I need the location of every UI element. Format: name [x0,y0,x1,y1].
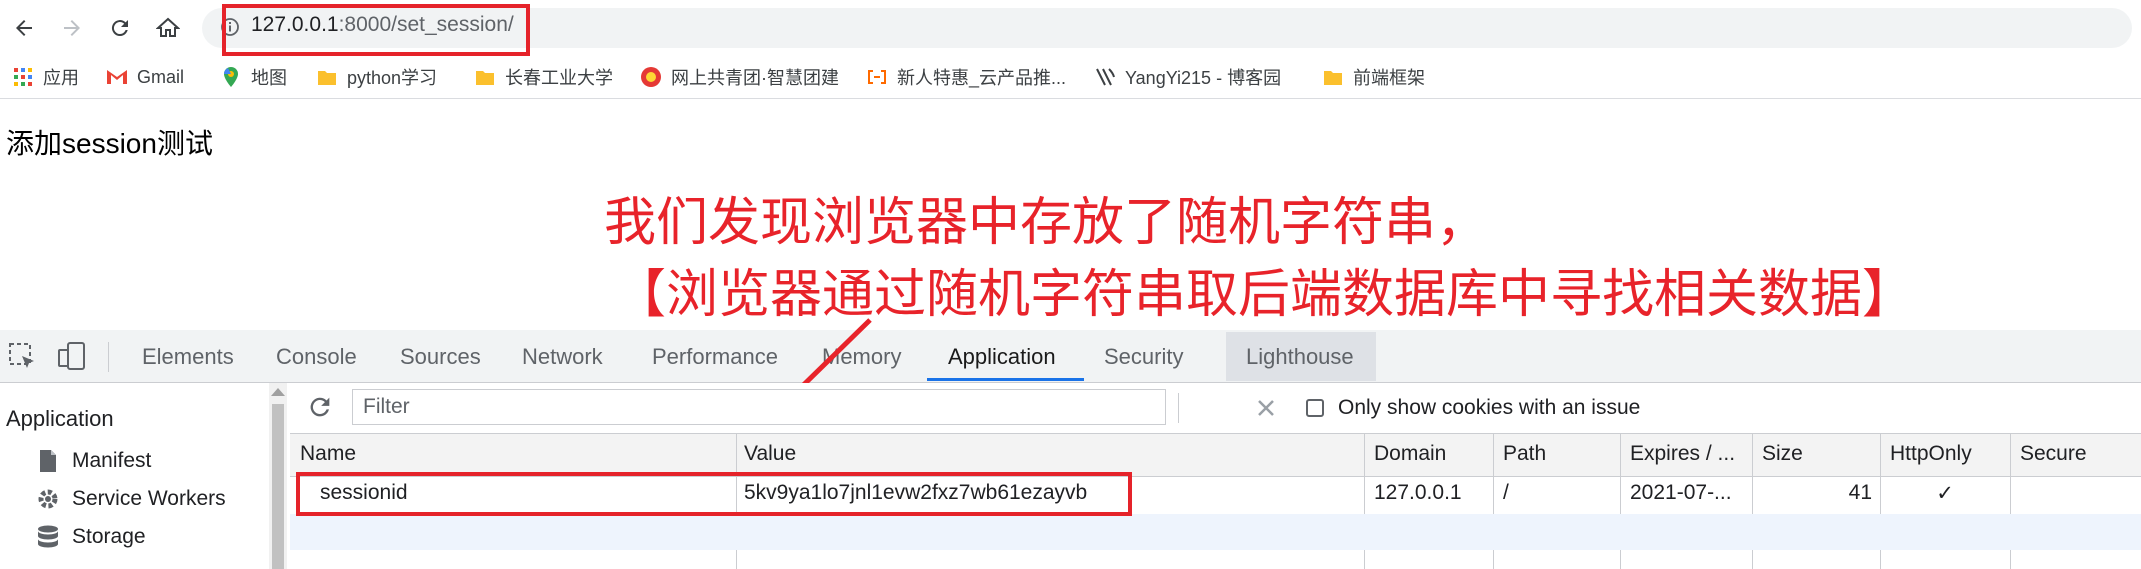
arrow-right-icon [64,20,80,36]
sidebar-heading: Application [6,406,114,431]
forward-button[interactable] [56,12,88,44]
tab-lighthouse[interactable]: Lighthouse [1246,344,1354,370]
bookmark-label: 长春工业大学 [505,68,613,88]
cookie-domain: 127.0.0.1 [1374,481,1462,504]
bookmark-label: 新人特惠_云产品推... [897,68,1067,88]
scroll-up-arrow-icon[interactable] [271,388,285,396]
bookmark-python[interactable]: python学习 [316,64,437,90]
url-highlight-box [222,4,530,56]
apps-grid-icon [12,66,34,88]
home-icon [156,17,180,37]
bookmark-aliyun[interactable]: 新人特惠_云产品推... [866,64,1066,90]
annotation-line-1: 我们发现浏览器中存放了随机字符串， [604,194,1489,252]
page-heading: 添加session测试 [6,128,213,159]
sidebar-item-storage[interactable]: Storage [34,525,146,549]
bookmark-label: 前端框架 [1353,68,1425,88]
column-header-name[interactable]: Name [300,442,356,466]
column-header-httponly[interactable]: HttpOnly [1890,442,1972,466]
empty-row-highlight [290,514,2141,550]
bookmark-label: 地图 [251,68,287,88]
only-issue-label: Only show cookies with an issue [1338,396,1641,419]
bookmark-label: YangYi215 - 博客园 [1125,68,1282,88]
column-header-domain[interactable]: Domain [1374,442,1446,466]
toolbar-divider [108,342,109,372]
tab-console[interactable]: Console [276,344,357,370]
cnblogs-icon [1094,66,1116,88]
folder-icon [1322,66,1344,88]
document-icon [34,449,62,473]
bookmark-youth-league[interactable]: 网上共青团·智慧团建 [640,64,839,90]
bookmark-frontend[interactable]: 前端框架 [1322,64,1425,90]
bookmark-label: 网上共青团·智慧团建 [671,68,839,88]
bookmark-label: 应用 [43,68,79,88]
maps-icon [220,66,242,88]
tab-sources[interactable]: Sources [400,344,481,370]
bookmark-apps[interactable]: 应用 [12,64,79,90]
filter-divider [1178,393,1179,423]
sidebar-item-manifest[interactable]: Manifest [34,449,151,473]
tab-security[interactable]: Security [1104,344,1183,370]
cookie-path: / [1503,481,1509,504]
sidebar-item-label: Manifest [72,449,152,472]
column-header-path[interactable]: Path [1503,442,1546,466]
bookmark-cnblogs[interactable]: YangYi215 - 博客园 [1094,64,1281,90]
reload-icon [111,20,128,37]
database-icon [34,525,62,549]
home-button[interactable] [152,12,184,44]
bookmark-gmail[interactable]: Gmail [106,64,184,90]
cookie-size: 41 [1848,481,1872,504]
cookie-highlight-box [296,472,1132,516]
bookmark-maps[interactable]: 地图 [220,64,287,90]
bookmark-ccut[interactable]: 长春工业大学 [474,64,613,90]
column-header-secure[interactable]: Secure [2020,442,2087,466]
column-header-value[interactable]: Value [744,442,796,466]
back-button[interactable] [8,12,40,44]
tab-network[interactable]: Network [522,344,603,370]
bookmark-label: Gmail [137,66,185,87]
gmail-icon [106,66,128,88]
inspect-element-icon[interactable] [8,342,38,376]
cookie-httponly: ✓ [1936,482,1954,505]
cookie-expires: 2021-07-... [1630,481,1732,504]
sidebar-scroll-thumb[interactable] [272,404,284,569]
aliyun-icon [866,66,888,88]
column-header-size[interactable]: Size [1762,442,1803,466]
column-header-expires[interactable]: Expires / ... [1630,442,1735,466]
arrow-left-icon [16,20,32,36]
gear-icon [34,487,62,511]
device-toolbar-icon[interactable] [56,340,88,376]
filter-input[interactable]: Filter [352,389,1166,425]
only-issue-checkbox[interactable] [1306,399,1324,417]
tab-elements[interactable]: Elements [142,344,234,370]
folder-icon [316,66,338,88]
refresh-icon[interactable] [306,393,334,425]
tab-application[interactable]: Application [948,344,1056,370]
clear-icon[interactable] [1254,396,1278,424]
sidebar-item-label: Storage [72,525,146,548]
reload-button[interactable] [104,12,136,44]
bookmark-label: python学习 [347,68,438,88]
youth-league-icon [640,66,662,88]
sidebar-item-service-workers[interactable]: Service Workers [34,487,226,511]
active-tab-indicator [927,378,1084,381]
cookie-table-header [290,434,2141,477]
sidebar-item-label: Service Workers [72,487,226,510]
folder-icon [474,66,496,88]
